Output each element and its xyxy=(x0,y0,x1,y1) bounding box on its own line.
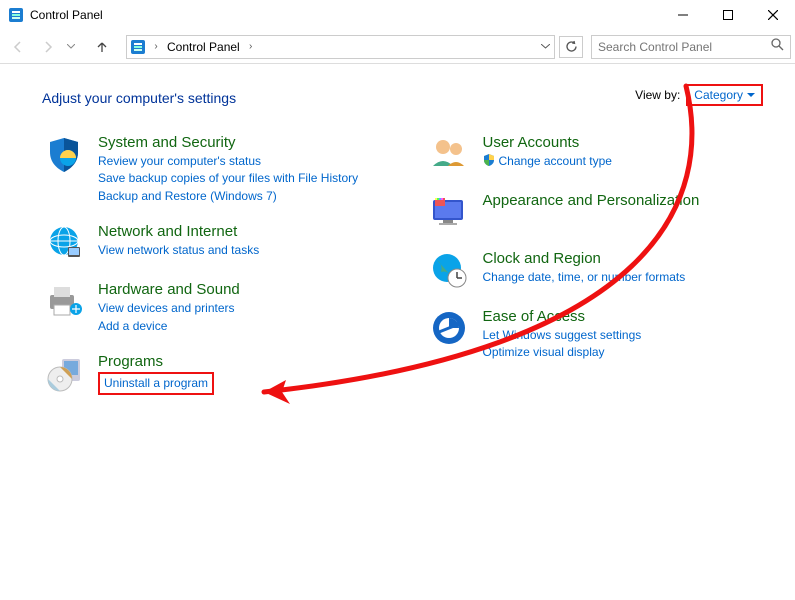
chevron-right-icon[interactable]: › xyxy=(244,41,258,52)
category-link[interactable]: Hardware and Sound xyxy=(98,281,240,298)
task-link-label: Change account type xyxy=(499,154,612,168)
chevron-down-icon xyxy=(747,93,755,98)
category-user-accounts: User Accounts Change account type xyxy=(427,134,764,174)
app-icon xyxy=(8,7,24,23)
printer-icon xyxy=(42,281,86,321)
category-link[interactable]: User Accounts xyxy=(483,134,612,151)
category-programs: Programs Uninstall a program xyxy=(42,353,379,395)
breadcrumb-item[interactable]: Control Panel xyxy=(163,40,244,54)
refresh-button[interactable] xyxy=(559,36,583,58)
disc-icon xyxy=(42,353,86,393)
category-clock-region: Clock and Region Change date, time, or n… xyxy=(427,250,764,290)
task-link[interactable]: Change account type xyxy=(483,153,612,170)
task-link[interactable]: Optimize visual display xyxy=(483,344,642,361)
viewby-label: View by: xyxy=(635,88,680,102)
people-icon xyxy=(427,134,471,174)
viewby-value-text: Category xyxy=(694,88,743,102)
viewby-dropdown[interactable]: Category xyxy=(686,84,763,106)
task-link[interactable]: Change date, time, or number formats xyxy=(483,269,686,286)
close-button[interactable] xyxy=(750,0,795,30)
back-button[interactable] xyxy=(4,33,32,61)
task-link[interactable]: View network status and tasks xyxy=(98,242,259,259)
forward-button[interactable] xyxy=(34,33,62,61)
search-icon xyxy=(771,38,784,56)
address-dropdown[interactable] xyxy=(536,36,554,58)
monitor-icon xyxy=(427,192,471,232)
category-link[interactable]: System and Security xyxy=(98,134,358,151)
category-ease-of-access: Ease of Access Let Windows suggest setti… xyxy=(427,308,764,362)
category-system-security: System and Security Review your computer… xyxy=(42,134,379,205)
titlebar: Control Panel xyxy=(0,0,795,30)
ease-of-access-icon xyxy=(427,308,471,348)
category-appearance-personalization: Appearance and Personalization xyxy=(427,192,764,232)
category-link[interactable]: Ease of Access xyxy=(483,308,642,325)
category-hardware-sound: Hardware and Sound View devices and prin… xyxy=(42,281,379,335)
category-link[interactable]: Clock and Region xyxy=(483,250,686,267)
task-link[interactable]: View devices and printers xyxy=(98,300,240,317)
task-link[interactable]: Backup and Restore (Windows 7) xyxy=(98,188,358,205)
highlighted-link: Uninstall a program xyxy=(98,372,214,395)
search-input[interactable] xyxy=(598,40,771,54)
category-link[interactable]: Network and Internet xyxy=(98,223,259,240)
up-button[interactable] xyxy=(88,33,116,61)
task-link-uninstall[interactable]: Uninstall a program xyxy=(104,375,208,392)
navigation-bar: › Control Panel › xyxy=(0,30,795,64)
uac-shield-icon xyxy=(483,154,495,166)
chevron-right-icon[interactable]: › xyxy=(149,41,163,52)
task-link[interactable]: Add a device xyxy=(98,318,240,335)
search-box[interactable] xyxy=(591,35,791,59)
window-title: Control Panel xyxy=(30,8,103,22)
category-network-internet: Network and Internet View network status… xyxy=(42,223,379,263)
category-link[interactable]: Appearance and Personalization xyxy=(483,192,700,209)
breadcrumb[interactable]: › Control Panel › xyxy=(126,35,555,59)
globe-icon xyxy=(42,223,86,263)
clock-globe-icon xyxy=(427,250,471,290)
page-title: Adjust your computer's settings xyxy=(42,90,236,106)
minimize-button[interactable] xyxy=(660,0,705,30)
shield-icon xyxy=(42,134,86,174)
task-link[interactable]: Let Windows suggest settings xyxy=(483,327,642,344)
task-link[interactable]: Review your computer's status xyxy=(98,153,358,170)
task-link[interactable]: Save backup copies of your files with Fi… xyxy=(98,170,358,187)
control-panel-icon xyxy=(127,36,149,58)
maximize-button[interactable] xyxy=(705,0,750,30)
category-link[interactable]: Programs xyxy=(98,353,214,370)
recent-locations-dropdown[interactable] xyxy=(64,44,78,49)
